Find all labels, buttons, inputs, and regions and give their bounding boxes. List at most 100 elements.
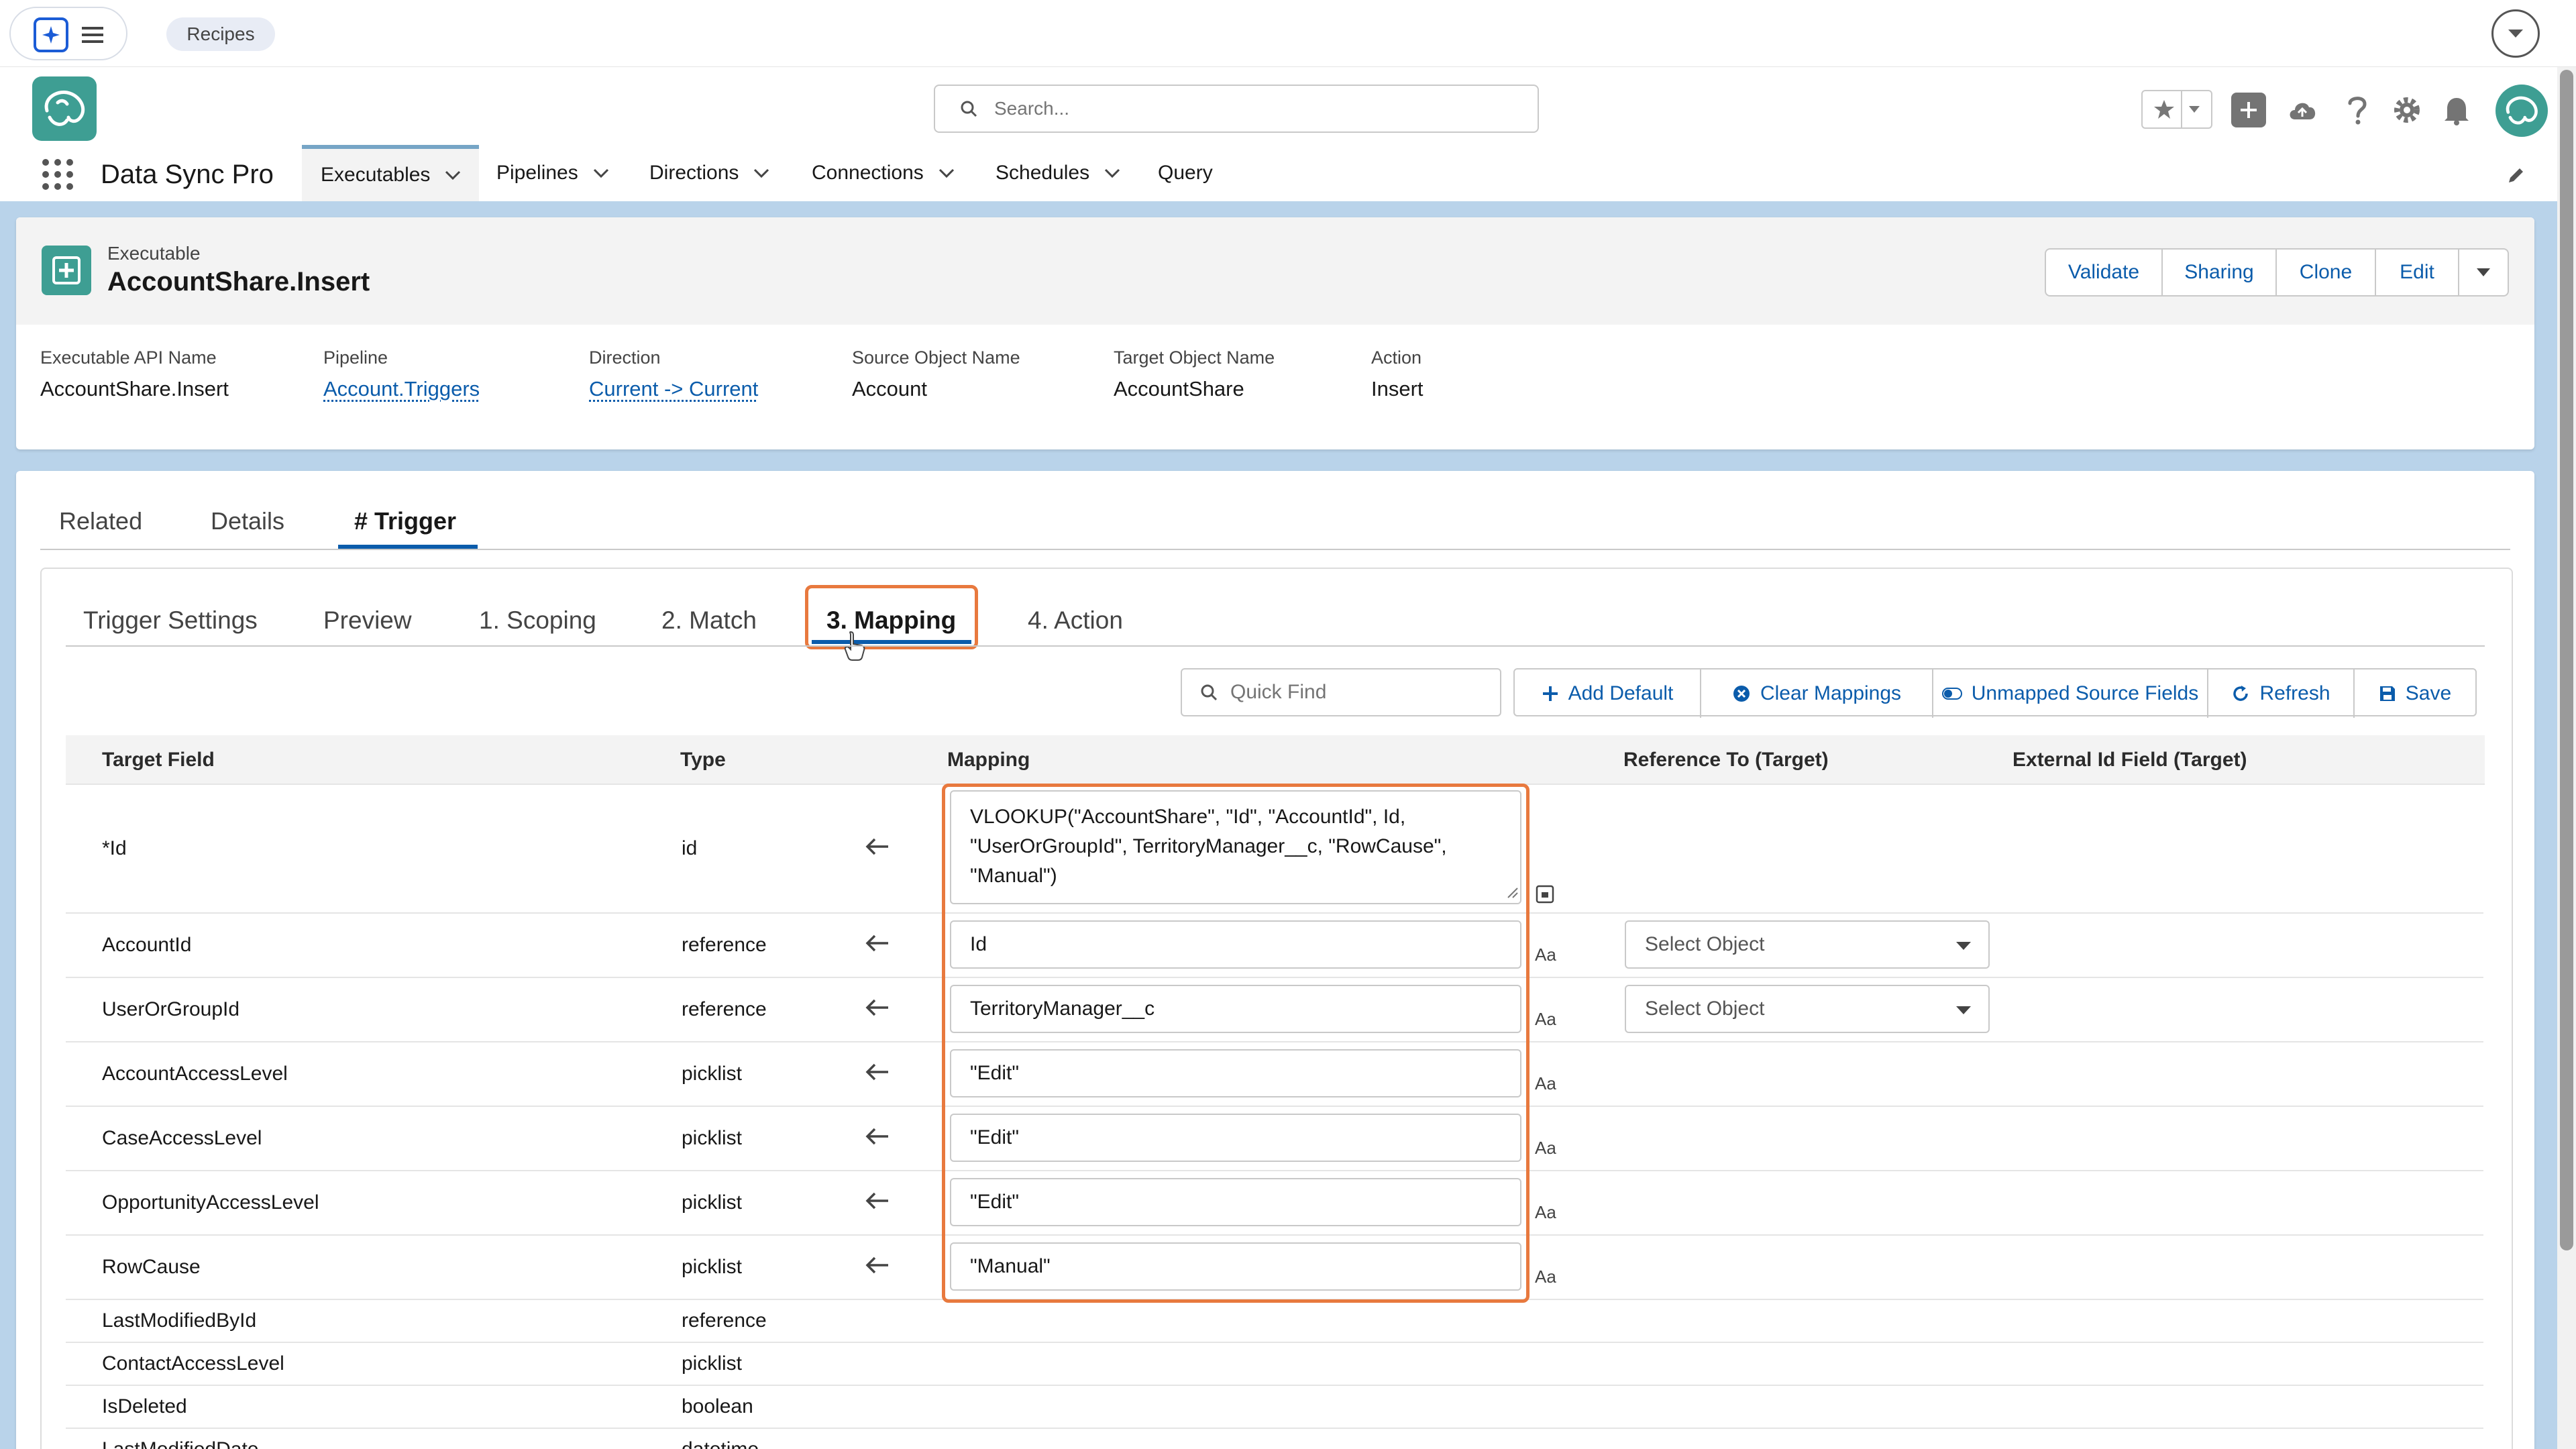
edit-nav-icon[interactable] (2506, 165, 2526, 185)
nav-item-query[interactable]: Query (1158, 145, 1213, 201)
save-button[interactable]: Save (2355, 669, 2475, 718)
trailhead-button[interactable] (2285, 93, 2320, 127)
column-header-target-field[interactable]: Target Field (102, 749, 215, 771)
field-value-source-object: Account (852, 377, 928, 400)
row-field-type: boolean (682, 1395, 753, 1417)
app-launcher-icon[interactable] (40, 157, 75, 192)
field-value-target-object: AccountShare (1114, 377, 1244, 400)
resize-handle-icon[interactable] (1505, 885, 1519, 899)
chevron-down-icon[interactable] (753, 168, 769, 178)
select-placeholder: Select Object (1645, 998, 1765, 1020)
app-switcher[interactable] (9, 7, 127, 60)
tabs-divider (40, 549, 2510, 550)
subtab-preview[interactable]: Preview (323, 606, 412, 635)
refresh-button[interactable]: Refresh (2208, 669, 2355, 718)
favorites-button[interactable] (2141, 90, 2212, 129)
nav-item-directions[interactable]: Directions (649, 145, 769, 201)
arrow-left-icon (865, 1254, 890, 1276)
question-icon (2348, 97, 2367, 125)
arrow-left-icon (865, 997, 890, 1018)
chevron-down-icon (1956, 1006, 1971, 1014)
toggle-icon (1941, 688, 1962, 700)
nav-item-label: Directions (649, 162, 739, 184)
chevron-down-icon[interactable] (445, 170, 461, 180)
setup-button[interactable] (2388, 91, 2426, 129)
recipes-pill[interactable]: Recipes (166, 17, 275, 51)
spark-icon (34, 17, 68, 52)
validate-button[interactable]: Validate (2046, 250, 2163, 295)
column-header-external-id[interactable]: External Id Field (Target) (2012, 749, 2247, 771)
row-field-name: OpportunityAccessLevel (102, 1191, 319, 1214)
sharing-button[interactable]: Sharing (2163, 250, 2277, 295)
row-field-type: picklist (682, 1256, 743, 1278)
help-button[interactable] (2340, 91, 2375, 129)
chevron-down-icon (2477, 268, 2490, 276)
more-actions-button[interactable] (2459, 250, 2508, 295)
chevron-down-icon (2189, 106, 2200, 113)
column-header-type[interactable]: Type (680, 749, 726, 771)
reference-object-select[interactable]: Select Object (1625, 920, 1990, 969)
record-actions: Validate Sharing Clone Edit (2045, 248, 2509, 297)
mapping-input[interactable]: "Edit" (950, 1114, 1521, 1162)
star-icon (2154, 100, 2174, 119)
clear-mappings-button[interactable]: Clear Mappings (1701, 669, 1933, 718)
record-object-label: Executable (107, 243, 201, 264)
row-field-name: AccountId (102, 934, 192, 956)
field-link-pipeline[interactable]: Account.Triggers (323, 377, 480, 401)
subtab-match[interactable]: 2. Match (661, 606, 757, 635)
chevron-down-icon[interactable] (593, 168, 609, 178)
field-link-direction[interactable]: Current -> Current (589, 377, 758, 401)
row-field-name: RowCause (102, 1256, 201, 1278)
tab-trigger[interactable]: # Trigger (354, 507, 456, 535)
chevron-down-icon[interactable] (1104, 168, 1120, 178)
row-field-name: *Id (102, 837, 127, 859)
field-label-action: Action (1371, 347, 1422, 368)
row-field-name: LastModifiedDate (102, 1438, 258, 1449)
text-type-icon[interactable]: Aa (1535, 1138, 1556, 1159)
mapping-input[interactable]: "Edit" (950, 1049, 1521, 1097)
search-placeholder: Search... (994, 98, 1070, 119)
notifications-button[interactable] (2438, 91, 2475, 129)
global-create-button[interactable] (2231, 93, 2266, 127)
tab-details[interactable]: Details (211, 507, 284, 535)
avatar[interactable] (2496, 85, 2548, 137)
mapping-input[interactable]: Id (950, 920, 1521, 969)
subtab-scoping[interactable]: 1. Scoping (479, 606, 596, 635)
edit-button[interactable]: Edit (2376, 250, 2459, 295)
save-icon (2379, 686, 2395, 701)
text-type-icon[interactable]: Aa (1535, 1202, 1556, 1223)
global-search-input[interactable]: Search... (934, 85, 1539, 133)
nav-item-pipelines[interactable]: Pipelines (496, 145, 609, 201)
utility-dropdown-button[interactable] (2491, 9, 2540, 58)
nav-item-executables[interactable]: Executables (302, 145, 479, 201)
add-default-button[interactable]: Add Default (1515, 669, 1701, 718)
subtab-trigger-settings[interactable]: Trigger Settings (83, 606, 258, 635)
page-scrollbar-thumb[interactable] (2560, 70, 2573, 1250)
nav-item-label: Pipelines (496, 162, 578, 184)
mapping-input[interactable]: "Manual" (950, 1242, 1521, 1291)
expand-editor-icon[interactable] (1535, 884, 1555, 904)
chevron-down-icon[interactable] (938, 168, 955, 178)
unmapped-source-fields-button[interactable]: Unmapped Source Fields (1933, 669, 2208, 718)
tab-related[interactable]: Related (59, 507, 142, 535)
mapping-input[interactable]: "Edit" (950, 1178, 1521, 1226)
reference-object-select[interactable]: Select Object (1625, 985, 1990, 1033)
clone-button[interactable]: Clone (2277, 250, 2376, 295)
executable-object-icon (42, 246, 91, 295)
column-header-mapping[interactable]: Mapping (947, 749, 1030, 771)
nav-item-schedules[interactable]: Schedules (996, 145, 1120, 201)
select-placeholder: Select Object (1645, 933, 1765, 955)
text-type-icon[interactable]: Aa (1535, 1009, 1556, 1030)
text-type-icon[interactable]: Aa (1535, 1267, 1556, 1287)
mapping-input[interactable]: TerritoryManager__c (950, 985, 1521, 1033)
text-type-icon[interactable]: Aa (1535, 945, 1556, 965)
quick-find-input[interactable]: Quick Find (1181, 668, 1501, 716)
subtab-action[interactable]: 4. Action (1028, 606, 1123, 635)
mapping-formula-textarea[interactable]: VLOOKUP("AccountShare", "Id", "AccountId… (950, 790, 1521, 904)
save-label: Save (2405, 682, 2452, 704)
text-type-icon[interactable]: Aa (1535, 1073, 1556, 1094)
field-value-api-name: AccountShare.Insert (40, 377, 229, 400)
nav-item-connections[interactable]: Connections (812, 145, 955, 201)
row-field-name: ContactAccessLevel (102, 1352, 284, 1375)
column-header-reference-to[interactable]: Reference To (Target) (1623, 749, 1829, 771)
